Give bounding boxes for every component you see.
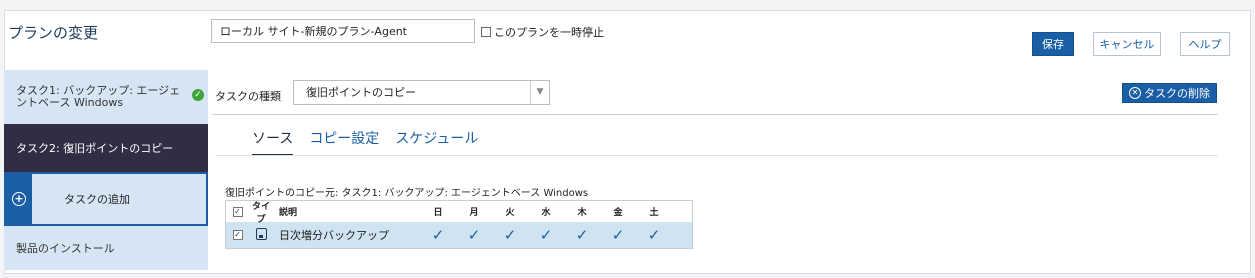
- check-icon: ✓: [575, 226, 589, 244]
- task-type-value: 復旧ポイントのコピー: [306, 86, 416, 99]
- col-desc: 説明: [279, 208, 298, 218]
- check-circle-icon: ✓: [192, 89, 204, 101]
- tab-schedule[interactable]: スケジュール: [395, 128, 478, 156]
- help-button[interactable]: ヘルプ: [1180, 32, 1230, 56]
- plus-zone: +: [6, 174, 32, 224]
- source-label: 復旧ポイントのコピー元: タスク1: バックアップ: エージェントベース Win…: [225, 188, 589, 199]
- table-row[interactable]: ✓ 日次増分バックアップ ✓ ✓ ✓ ✓ ✓ ✓ ✓: [226, 222, 692, 248]
- check-icon: ✓: [431, 226, 445, 244]
- chevron-down-icon[interactable]: ▼: [530, 81, 549, 104]
- plus-circle-icon: +: [12, 192, 26, 206]
- col-fri: 金: [613, 208, 623, 218]
- page-title: プランの変更: [8, 24, 99, 42]
- col-mon: 月: [469, 208, 479, 218]
- col-thu: 木: [577, 208, 587, 218]
- col-sun: 日: [433, 208, 443, 218]
- check-icon: ✓: [539, 226, 553, 244]
- col-sat: 土: [649, 208, 659, 218]
- add-task-button[interactable]: + タスクの追加: [4, 172, 208, 226]
- save-button[interactable]: 保存: [1032, 32, 1074, 56]
- sidebar-item-label: 製品のインストール: [16, 242, 115, 255]
- select-all-checkbox[interactable]: ✓: [232, 206, 243, 217]
- disk-icon: [255, 227, 267, 240]
- sidebar-item-task1[interactable]: タスク1: バックアップ: エージェントベース Windows ✓: [4, 70, 208, 124]
- divider: [212, 114, 1218, 115]
- check-icon: ✓: [503, 226, 517, 244]
- divider: [215, 155, 1218, 156]
- tab-copy-settings[interactable]: コピー設定: [309, 128, 379, 156]
- cancel-button[interactable]: キャンセル: [1093, 32, 1161, 56]
- col-wed: 水: [541, 208, 551, 218]
- add-task-label: タスクの追加: [64, 193, 130, 206]
- close-circle-icon: ✕: [1129, 87, 1141, 99]
- check-icon: ✓: [611, 226, 625, 244]
- sidebar-item-install[interactable]: 製品のインストール: [4, 226, 208, 270]
- pause-checkbox-label: このプランを一時停止: [494, 26, 604, 39]
- task-type-select[interactable]: 復旧ポイントのコピー ▼: [293, 80, 550, 105]
- delete-task-label: タスクの削除: [1144, 87, 1210, 100]
- plan-name-input[interactable]: [211, 19, 475, 43]
- row-checkbox[interactable]: ✓: [232, 230, 243, 240]
- grid-header: ✓ タイプ 説明 日 月 火 水 木 金 土: [226, 201, 692, 225]
- task-type-label: タスクの種類: [215, 90, 281, 103]
- pause-checkbox-box[interactable]: [481, 27, 491, 37]
- sidebar-item-label: タスク2: 復旧ポイントのコピー: [16, 142, 174, 155]
- row-desc: 日次増分バックアップ: [279, 229, 389, 242]
- pause-plan-checkbox[interactable]: このプランを一時停止: [481, 24, 604, 40]
- check-icon: ✓: [647, 226, 661, 244]
- sidebar-item-task2[interactable]: タスク2: 復旧ポイントのコピー: [4, 124, 208, 172]
- source-grid: ✓ タイプ 説明 日 月 火 水 木 金 土 ✓ 日次増分バックアップ ✓ ✓ …: [225, 200, 693, 249]
- task-tabs: ソース コピー設定 スケジュール: [252, 128, 494, 156]
- sidebar-item-label: タスク1: バックアップ: エージェントベース Windows: [16, 84, 181, 109]
- col-tue: 火: [505, 208, 515, 218]
- col-type: タイプ: [251, 201, 270, 225]
- tab-source[interactable]: ソース: [252, 128, 294, 156]
- delete-task-button[interactable]: ✕ タスクの削除: [1122, 83, 1217, 103]
- check-icon: ✓: [467, 226, 481, 244]
